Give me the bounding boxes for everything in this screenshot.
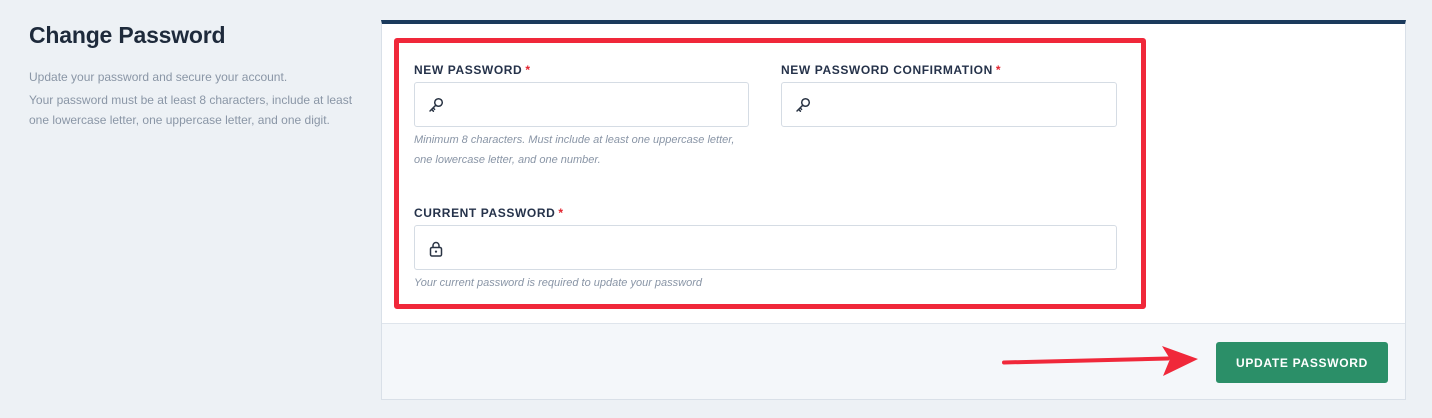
confirm-password-input[interactable] xyxy=(781,82,1117,127)
required-mark: * xyxy=(558,206,564,220)
confirm-password-label: NEW PASSWORD CONFIRMATION * xyxy=(781,63,1002,77)
current-password-input[interactable] xyxy=(414,225,1117,270)
section-intro: Change Password Update your password and… xyxy=(29,22,359,133)
current-password-help: Your current password is required to upd… xyxy=(414,277,702,289)
new-password-input[interactable] xyxy=(414,82,749,127)
key-icon xyxy=(429,97,444,112)
required-mark: * xyxy=(525,63,531,77)
page-title: Change Password xyxy=(29,22,226,48)
intro-description: Update your password and secure your acc… xyxy=(29,70,288,84)
key-icon xyxy=(796,97,811,112)
new-password-label: NEW PASSWORD * xyxy=(414,63,531,77)
new-password-help: Minimum 8 characters. Must include at le… xyxy=(414,134,735,166)
password-rules: Your password must be at least 8 charact… xyxy=(29,93,353,127)
required-mark: * xyxy=(995,63,1002,77)
lock-icon xyxy=(429,241,443,257)
current-password-label: CURRENT PASSWORD * xyxy=(414,206,564,220)
update-password-button[interactable]: UPDATE PASSWORD xyxy=(1216,342,1388,383)
arrow-icon xyxy=(1002,346,1198,376)
